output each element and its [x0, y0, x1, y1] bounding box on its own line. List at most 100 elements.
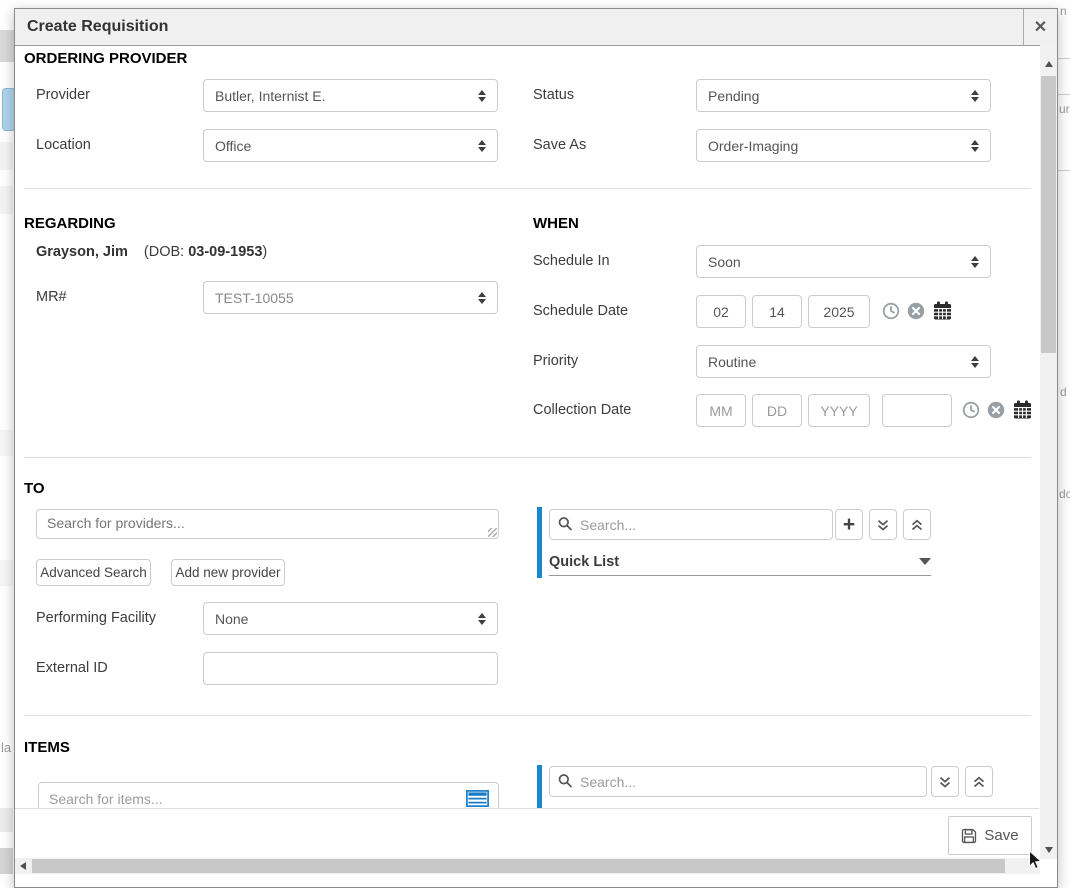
provider-select-value: Butler, Internist E. — [215, 88, 326, 104]
select-caret-icon — [478, 292, 486, 304]
performing-facility-label: Performing Facility — [36, 610, 156, 626]
schedule-in-label: Schedule In — [533, 253, 610, 269]
select-caret-icon — [478, 613, 486, 625]
patient-line: Grayson, Jim (DOB: 03-09-1953) — [36, 244, 267, 260]
background-line — [1058, 94, 1070, 95]
collection-date-label: Collection Date — [533, 402, 631, 418]
mr-select-value: TEST-10055 — [215, 290, 294, 306]
collapse-all-button[interactable] — [903, 509, 931, 540]
provider-search-wrap — [36, 509, 499, 539]
scroll-down-arrow[interactable] — [1040, 841, 1057, 858]
items-collapse-all-button[interactable] — [965, 766, 993, 797]
schedule-year-input[interactable] — [808, 295, 870, 328]
create-requisition-dialog: Create Requisition ✕ ORDERING PROVIDER P… — [14, 8, 1058, 888]
external-id-input[interactable] — [203, 652, 498, 685]
items-heading: ITEMS — [24, 739, 70, 756]
vertical-scrollbar-thumb[interactable] — [1041, 76, 1056, 353]
schedule-date-calendar-icon[interactable] — [933, 301, 952, 320]
save-button-label: Save — [984, 827, 1018, 844]
quick-list-accent-bar — [537, 507, 542, 578]
vertical-scrollbar[interactable] — [1040, 45, 1057, 859]
schedule-date-clear-icon[interactable] — [907, 302, 925, 320]
dialog-footer: Save — [15, 808, 1039, 859]
background-block — [0, 30, 14, 62]
horizontal-scrollbar-thumb[interactable] — [32, 859, 1005, 873]
mr-select[interactable]: TEST-10055 — [203, 281, 498, 314]
ordering-provider-heading: ORDERING PROVIDER — [24, 50, 187, 67]
item-search-input[interactable] — [38, 782, 499, 808]
collection-month-input[interactable] — [696, 394, 746, 427]
location-select-value: Office — [215, 138, 251, 154]
chevron-double-up-icon — [972, 775, 986, 789]
dob-suffix: ) — [262, 244, 267, 260]
dialog-body: ORDERING PROVIDER Provider Butler, Inter… — [15, 46, 1039, 808]
chevron-double-down-icon — [938, 775, 952, 789]
select-caret-icon — [971, 90, 979, 102]
dob-prefix: (DOB: — [144, 244, 188, 260]
section-divider — [24, 457, 1031, 458]
collection-date-calendar-icon[interactable] — [1013, 400, 1032, 419]
advanced-search-button[interactable]: Advanced Search — [36, 559, 151, 586]
item-quicklist-search-input[interactable] — [549, 766, 927, 797]
status-select-value: Pending — [708, 88, 759, 104]
horizontal-scrollbar[interactable] — [15, 858, 1040, 874]
expand-all-button[interactable] — [869, 509, 897, 540]
add-provider-quick-button[interactable]: + — [835, 509, 863, 540]
close-icon[interactable]: ✕ — [1023, 9, 1057, 45]
external-id-label: External ID — [36, 660, 108, 676]
background-row — [0, 560, 13, 586]
schedule-time-clock-icon[interactable] — [882, 302, 900, 320]
select-caret-icon — [971, 356, 979, 368]
priority-select[interactable]: Routine — [696, 345, 991, 378]
item-table-picker-icon[interactable] — [466, 790, 489, 807]
collection-date-clear-icon[interactable] — [987, 401, 1005, 419]
location-select[interactable]: Office — [203, 129, 498, 162]
save-as-label: Save As — [533, 137, 586, 153]
quick-list-label: Quick List — [549, 554, 619, 570]
location-label: Location — [36, 137, 91, 153]
status-label: Status — [533, 87, 574, 103]
dob-value: 03-09-1953 — [188, 244, 262, 260]
save-as-select-value: Order-Imaging — [708, 138, 798, 154]
provider-quicklist-search-input[interactable] — [549, 509, 833, 540]
save-as-select[interactable]: Order-Imaging — [696, 129, 991, 162]
background-text-fragment: la — [1, 740, 11, 755]
collection-time-clock-icon[interactable] — [962, 401, 980, 419]
background-block — [0, 808, 13, 832]
to-heading: TO — [24, 480, 45, 497]
schedule-month-input[interactable] — [696, 295, 746, 328]
provider-select[interactable]: Butler, Internist E. — [203, 79, 498, 112]
quick-list-header[interactable]: Quick List — [549, 548, 931, 576]
collection-time-input[interactable] — [882, 394, 952, 427]
chevron-down-icon — [919, 558, 931, 565]
chevron-double-up-icon — [910, 518, 924, 532]
schedule-in-select[interactable]: Soon — [696, 245, 991, 278]
regarding-heading: REGARDING — [24, 215, 116, 232]
dialog-header: Create Requisition ✕ — [15, 9, 1057, 46]
items-expand-all-button[interactable] — [931, 766, 959, 797]
background-row — [0, 142, 13, 170]
provider-label: Provider — [36, 87, 90, 103]
search-icon — [558, 516, 572, 533]
collection-year-input[interactable] — [808, 394, 870, 427]
add-new-provider-button[interactable]: Add new provider — [171, 559, 285, 586]
performing-facility-select[interactable]: None — [203, 602, 498, 635]
background-text-fragment: d — [1060, 385, 1067, 399]
scroll-up-arrow[interactable] — [1040, 55, 1057, 72]
select-caret-icon — [478, 140, 486, 152]
background-line — [1058, 58, 1070, 59]
select-caret-icon — [971, 140, 979, 152]
item-search — [38, 782, 499, 808]
background-text-fragment: n — [1060, 4, 1067, 18]
section-divider — [24, 715, 1031, 716]
background-block — [0, 848, 13, 874]
provider-search-input[interactable] — [36, 509, 499, 539]
collection-day-input[interactable] — [752, 394, 802, 427]
select-caret-icon — [478, 90, 486, 102]
scroll-left-arrow[interactable] — [15, 858, 31, 874]
status-select[interactable]: Pending — [696, 79, 991, 112]
section-divider — [24, 188, 1031, 189]
schedule-day-input[interactable] — [752, 295, 802, 328]
save-button[interactable]: Save — [948, 816, 1032, 855]
item-quicklist-search — [549, 766, 927, 797]
